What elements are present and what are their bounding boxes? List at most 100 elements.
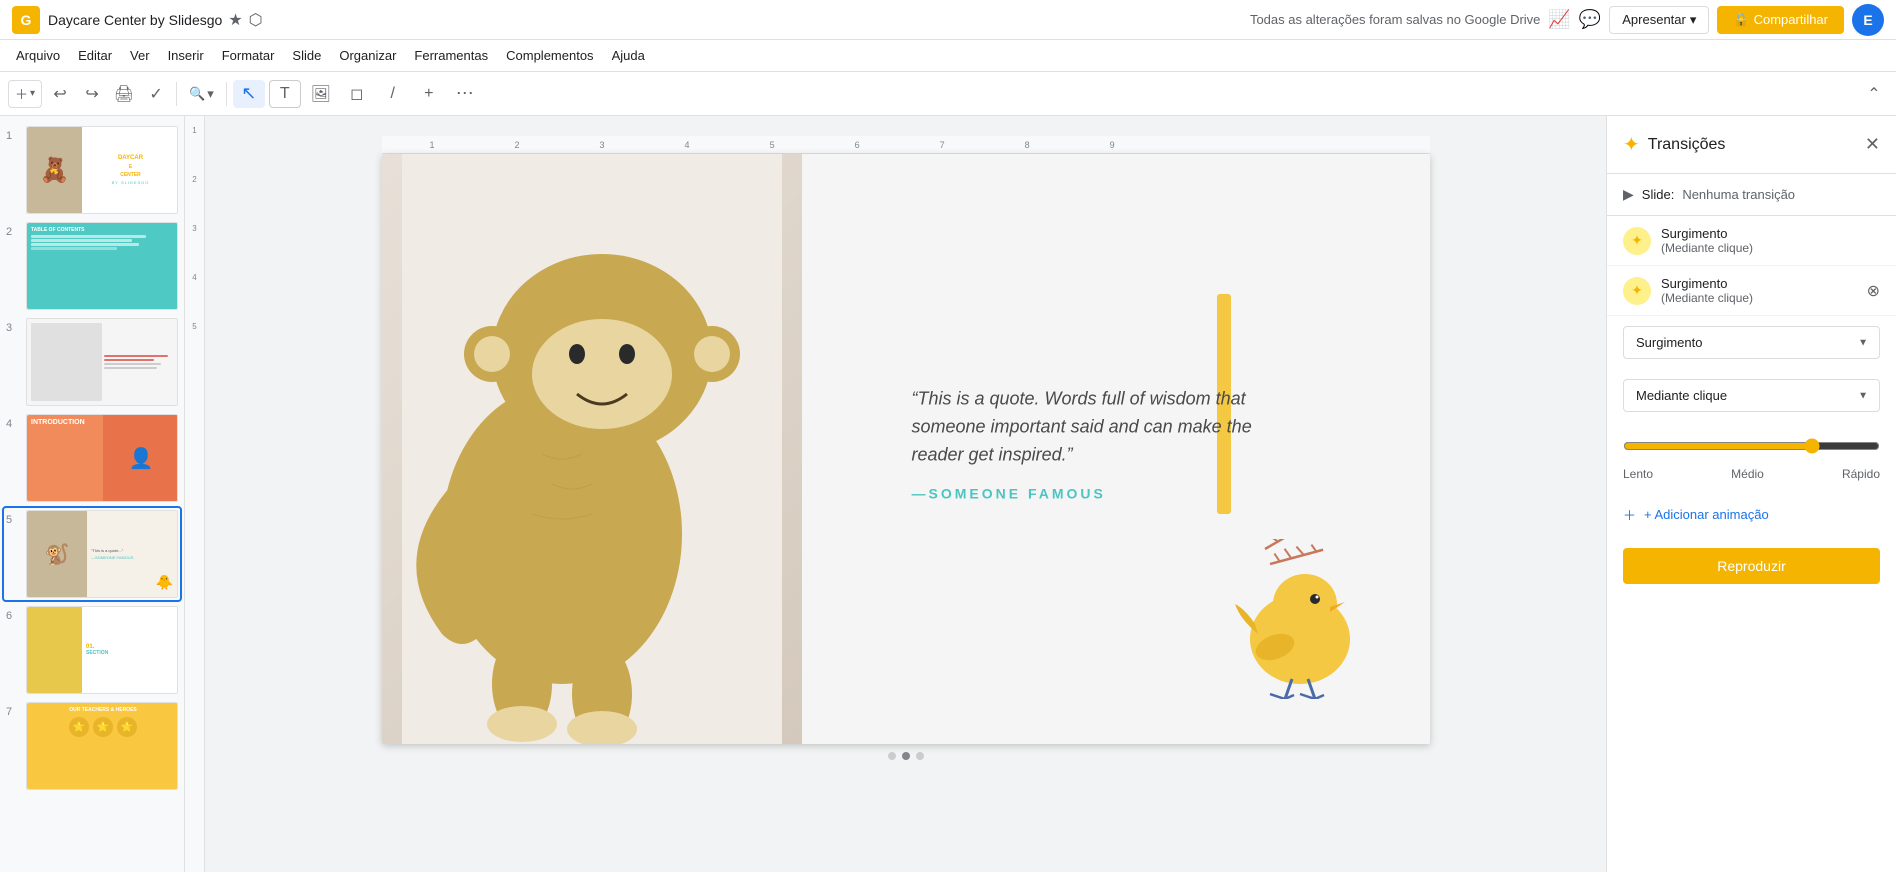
animation-item-2[interactable]: ✦ Surgimento (Mediante clique) ⊗ (1607, 266, 1896, 316)
cursor-tool-button[interactable]: ↖ (233, 80, 265, 108)
canvas-right-area: “This is a quote. Words full of wisdom t… (802, 154, 1430, 744)
menu-complementos[interactable]: Complementos (498, 44, 601, 67)
slide-num-5: 5 (6, 510, 20, 526)
avatar[interactable]: E (1852, 4, 1884, 36)
comment-tool-button[interactable]: + (413, 80, 445, 108)
speed-label-mid: Médio (1653, 467, 1842, 481)
app-icon: G (12, 6, 40, 34)
trigger-wrapper: Mediante clique (1623, 379, 1880, 412)
text-tool-button[interactable]: T (269, 80, 301, 108)
nav-dot-active (902, 752, 910, 760)
slide-thumb-4: INTRODUCTION 👤 (26, 414, 178, 502)
menu-inserir[interactable]: Inserir (160, 44, 212, 67)
slide-label: Slide: (1642, 187, 1675, 202)
shape-tool-button[interactable]: ◻ (341, 80, 373, 108)
menu-ferramentas[interactable]: Ferramentas (406, 44, 496, 67)
slide-item-2[interactable]: 2 TABLE OF CONTENTS (4, 220, 180, 312)
add-animation-label: + Adicionar animação (1644, 507, 1769, 522)
delete-animation-button[interactable]: ⊗ (1867, 281, 1880, 301)
star-icon[interactable]: ★ (228, 10, 242, 30)
animation-type-select[interactable]: Surgimento (1623, 326, 1880, 359)
trigger-row: Mediante clique (1607, 369, 1896, 422)
slide-transition-value: Nenhuma transição (1682, 187, 1795, 202)
chick-illustration (1220, 539, 1370, 704)
slide-thumb-6: 01. SECTION (26, 606, 178, 694)
menu-ajuda[interactable]: Ajuda (604, 44, 653, 67)
lock-icon: 🔒 (1733, 12, 1749, 28)
menu-formatar[interactable]: Formatar (214, 44, 283, 67)
ruler-horizontal: 1 2 3 4 5 6 7 8 9 (382, 136, 1430, 154)
reproduce-button[interactable]: Reproduzir (1623, 548, 1880, 584)
slide-num-1: 1 (6, 126, 20, 142)
zoom-arrow: ▾ (207, 86, 214, 102)
trigger-select[interactable]: Mediante clique (1623, 379, 1880, 412)
share-label: Compartilhar (1754, 12, 1828, 27)
slide-item-6[interactable]: 6 01. SECTION (4, 604, 180, 696)
canvas-left-area (382, 154, 802, 744)
animation-item-1[interactable]: ✦ Surgimento (Mediante clique) (1607, 216, 1896, 266)
speed-slider[interactable] (1623, 438, 1880, 454)
speed-slider-row (1623, 434, 1880, 467)
share-button[interactable]: 🔒 Compartilhar (1717, 6, 1844, 34)
image-tool-button[interactable]: 🖼 (305, 80, 337, 108)
animation-info-2: Surgimento (Mediante clique) (1661, 276, 1857, 305)
monkey-illustration (402, 154, 782, 744)
reproduce-row: Reproduzir (1607, 536, 1896, 596)
slide-item-3[interactable]: 3 (4, 316, 180, 408)
divider2 (226, 82, 227, 106)
menu-organizar[interactable]: Organizar (331, 44, 404, 67)
slide-thumb-5: 🐒 "This is a quote..." —SOMEONE FAMOUS 🐥 (26, 510, 178, 598)
nav-dot (888, 752, 896, 760)
chick-svg (1220, 539, 1370, 699)
canvas-nav-dots (888, 752, 924, 760)
present-label: Apresentar (1622, 12, 1686, 27)
comment-button[interactable]: 💬 (1579, 9, 1601, 30)
speed-label-slow: Lento (1623, 467, 1653, 481)
panel-title: ✦ Transições (1623, 132, 1725, 157)
menu-editar[interactable]: Editar (70, 44, 120, 67)
menu-arquivo[interactable]: Arquivo (8, 44, 68, 67)
slide-thumb-1: 🧸 DAYCAR E CENTER BY SLIDESGO (26, 126, 178, 214)
title-area: Daycare Center by Slidesgo ★ ⬡ (48, 10, 263, 30)
slide-num-7: 7 (6, 702, 20, 718)
add-animation-row[interactable]: ＋ + Adicionar animação (1607, 493, 1896, 536)
spell-check-button[interactable]: ✓ (142, 80, 170, 108)
slide-item-5[interactable]: 5 🐒 "This is a quote..." —SOMEONE FAMOUS… (4, 508, 180, 600)
slide-transition-row[interactable]: ▶ Slide: Nenhuma transição (1607, 174, 1896, 216)
undo-button[interactable]: ↩ (46, 80, 74, 108)
trend-button[interactable]: 📈 (1548, 9, 1570, 30)
slide-thumb-2: TABLE OF CONTENTS (26, 222, 178, 310)
slide-num-2: 2 (6, 222, 20, 238)
print-button[interactable]: 🖨 (110, 80, 138, 108)
speed-label-fast: Rápido (1842, 467, 1880, 481)
present-button[interactable]: Apresentar ▾ (1609, 6, 1709, 34)
panel-header: ✦ Transições ✕ (1607, 116, 1896, 174)
redo-button[interactable]: ↪ (78, 80, 106, 108)
menubar: Arquivo Editar Ver Inserir Formatar Slid… (0, 40, 1896, 72)
folder-icon[interactable]: ⬡ (249, 10, 263, 30)
line-tool-button[interactable]: / (377, 80, 409, 108)
quote-author: —SOMEONE FAMOUS (912, 485, 1262, 501)
animation-icon-2: ✦ (1623, 277, 1651, 305)
zoom-icon: 🔍 (189, 86, 205, 102)
doc-title: Daycare Center by Slidesgo (48, 12, 222, 28)
slide-num-3: 3 (6, 318, 20, 334)
slide-canvas: “This is a quote. Words full of wisdom t… (382, 154, 1430, 744)
slide-item-1[interactable]: 1 🧸 DAYCAR E CENTER BY SLIDESGO (4, 124, 180, 216)
zoom-button[interactable]: 🔍▾ (183, 80, 220, 108)
slide-item-7[interactable]: 7 OUR TEACHERS & HEROES ⭐ ⭐ ⭐ (4, 700, 180, 792)
menu-ver[interactable]: Ver (122, 44, 158, 67)
slide-thumb-3 (26, 318, 178, 406)
slide-item-4[interactable]: 4 INTRODUCTION 👤 (4, 412, 180, 504)
animation-type-row: Surgimento (1607, 316, 1896, 369)
nav-dot (916, 752, 924, 760)
speed-labels-row: Lento Médio Rápido (1623, 467, 1880, 481)
slide-panel: 1 🧸 DAYCAR E CENTER BY SLIDESGO 2 TABLE (0, 116, 185, 872)
menu-slide[interactable]: Slide (284, 44, 329, 67)
more-tools-button[interactable]: ⋯ (449, 80, 481, 108)
add-button[interactable]: ＋▾ (8, 80, 42, 108)
close-panel-button[interactable]: ✕ (1865, 134, 1880, 155)
quote-block: “This is a quote. Words full of wisdom t… (912, 385, 1262, 501)
header-right: Todas as alterações foram salvas no Goog… (1250, 4, 1884, 36)
collapse-panel-button[interactable]: ⌃ (1860, 80, 1888, 108)
